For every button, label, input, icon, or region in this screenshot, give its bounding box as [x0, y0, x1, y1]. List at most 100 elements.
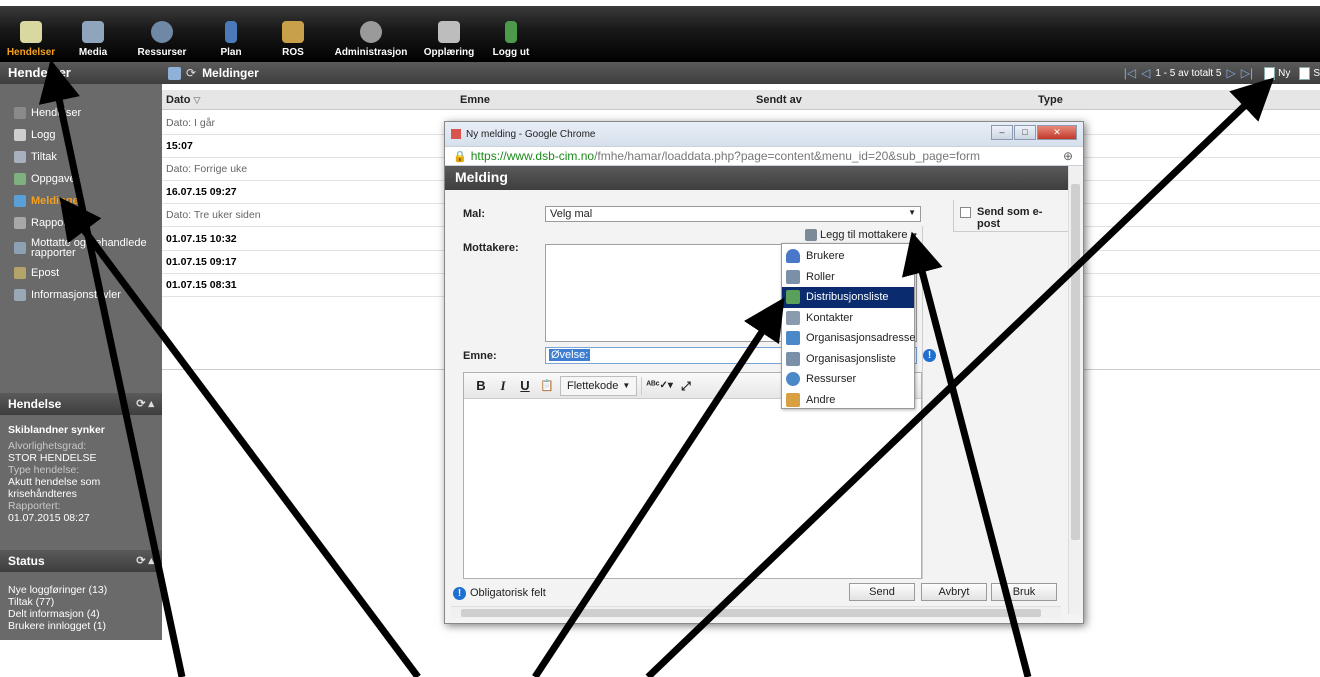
- user-icon: [786, 249, 800, 264]
- nav-item-tiltak[interactable]: Tiltak: [0, 146, 162, 168]
- nav-item-mottatte-rapporter[interactable]: Mottatte og behandlede rapporter: [0, 234, 162, 262]
- new-label: Ny: [1278, 67, 1291, 79]
- refresh-icon[interactable]: ⟳: [186, 66, 196, 80]
- top-tab-label: Plan: [220, 47, 242, 58]
- nav-item-epost[interactable]: Epost: [0, 262, 162, 284]
- status-list: Nye loggføringer (13) Tiltak (77) Delt i…: [0, 578, 162, 638]
- top-tab-label: Opplæring: [423, 47, 475, 58]
- menu-item-brukere[interactable]: Brukere: [782, 246, 914, 267]
- search-button[interactable]: S: [1299, 66, 1320, 80]
- org-list-icon: [786, 351, 800, 366]
- nav-item-informasjonstavler[interactable]: Informasjonstavler: [0, 284, 162, 306]
- top-toolbar: Hendelser Media Ressurser Plan ROS Admin…: [0, 6, 1320, 62]
- spellcheck-icon[interactable]: ᴬᴮᶜ✓▾: [646, 377, 673, 395]
- chevron-down-icon: ▼: [910, 230, 919, 240]
- underline-button[interactable]: U: [516, 377, 534, 395]
- type-value: Akutt hendelse som krisehåndteres: [8, 476, 101, 500]
- top-tab-administrasjon[interactable]: Administrasjon: [324, 6, 418, 62]
- paste-icon[interactable]: 📋: [538, 377, 556, 395]
- roles-icon: [786, 269, 800, 284]
- menu-item-distribusjonsliste[interactable]: Distribusjonsliste: [782, 287, 914, 308]
- italic-button[interactable]: I: [494, 377, 512, 395]
- recipients-label: Mottakere:: [463, 242, 519, 254]
- top-tab-ros[interactable]: ROS: [262, 6, 324, 62]
- search-icon: [1299, 66, 1311, 80]
- scrollbar-thumb[interactable]: [1071, 184, 1080, 540]
- info-board-icon: [14, 289, 26, 301]
- fullscreen-icon[interactable]: ⤢: [677, 377, 695, 395]
- type-label: Type hendelse:: [8, 464, 80, 476]
- menu-item-organisasjonsadresse[interactable]: Organisasjonsadresse: [782, 328, 915, 349]
- others-icon: [786, 392, 800, 407]
- menu-item-organisasjonsliste[interactable]: Organisasjonsliste: [782, 349, 914, 370]
- nav-item-meldinger[interactable]: Meldinger: [0, 190, 162, 212]
- maximize-icon[interactable]: □: [1014, 125, 1036, 140]
- top-tab-hendelser[interactable]: Hendelser: [0, 6, 62, 62]
- nav-item-hendelser[interactable]: Hendelser: [0, 102, 162, 124]
- mal-select[interactable]: Velg mal ▼: [545, 206, 921, 222]
- grid-column-headers: Dato ▽ Emne Sendt av Type: [162, 90, 1320, 110]
- menu-item-kontakter[interactable]: Kontakter: [782, 308, 914, 329]
- refresh-icon[interactable]: ⟳ ▴: [136, 397, 154, 411]
- first-page-icon[interactable]: |◁: [1124, 66, 1136, 80]
- nav-item-oppgaver[interactable]: Oppgaver: [0, 168, 162, 190]
- add-recipients-label: Legg til mottakere: [820, 229, 908, 241]
- status-line[interactable]: Nye loggføringer (13): [8, 584, 154, 596]
- top-tab-media[interactable]: Media: [62, 6, 124, 62]
- close-icon[interactable]: ✕: [1037, 125, 1077, 140]
- send-as-email-option[interactable]: Send som e-post: [953, 200, 1068, 232]
- horizontal-scrollbar[interactable]: [451, 606, 1061, 618]
- plan-book-icon: [225, 21, 237, 43]
- messages-icon: [14, 195, 26, 207]
- left-panel: Hendelser Hendelser Logg Tiltak Oppgaver…: [0, 62, 162, 640]
- prev-page-icon[interactable]: ◁: [1141, 66, 1150, 80]
- status-line[interactable]: Tiltak (77): [8, 596, 154, 608]
- merge-code-dropdown[interactable]: Flettekode ▼: [560, 375, 638, 396]
- bold-button[interactable]: B: [472, 377, 490, 395]
- nav-item-rapporter[interactable]: Rapporter: [0, 212, 162, 234]
- column-divider: [922, 226, 923, 579]
- minimize-icon[interactable]: –: [991, 125, 1013, 140]
- email-icon: [14, 267, 26, 279]
- subject-value: Øvelse:: [549, 349, 591, 361]
- sort-icon: ▽: [193, 94, 201, 105]
- add-recipients-button[interactable]: Legg til mottakere ▼: [805, 229, 918, 241]
- menu-item-roller[interactable]: Roller: [782, 267, 914, 288]
- column-header-type[interactable]: Type: [1038, 94, 1063, 106]
- window-titlebar: Ny melding - Google Chrome – □ ✕: [445, 122, 1083, 146]
- column-header-dato[interactable]: Dato ▽: [166, 94, 200, 106]
- column-header-emne[interactable]: Emne: [460, 94, 490, 106]
- nav-item-label: Hendelser: [31, 107, 82, 119]
- next-page-icon[interactable]: ▷: [1227, 66, 1236, 80]
- distribution-list-icon: [786, 290, 800, 305]
- status-line[interactable]: Brukere innlogget (1): [8, 620, 154, 632]
- send-button[interactable]: Send: [849, 583, 915, 601]
- zoom-icon[interactable]: ⊕: [1063, 149, 1073, 163]
- scrollbar-thumb[interactable]: [461, 609, 1041, 617]
- email-checkbox[interactable]: [960, 207, 971, 218]
- top-tab-opplaering[interactable]: Opplæring: [418, 6, 480, 62]
- hendelse-details: Skiblandner synker Alvorlighetsgrad: STO…: [0, 418, 162, 530]
- address-bar[interactable]: 🔒 https://www.dsb-cim.no /fmhe/hamar/loa…: [445, 146, 1083, 166]
- top-tab-logg-ut[interactable]: Logg ut: [480, 6, 542, 62]
- menu-item-andre[interactable]: Andre: [782, 390, 914, 411]
- nav-item-label: Epost: [31, 267, 60, 279]
- url-host: https://www.dsb-cim.no: [470, 149, 595, 163]
- severity-value: STOR HENDELSE: [8, 452, 97, 464]
- column-header-sendt-av[interactable]: Sendt av: [756, 94, 802, 106]
- status-line[interactable]: Delt informasjon (4): [8, 608, 154, 620]
- menu-item-ressurser[interactable]: Ressurser: [782, 369, 914, 390]
- left-panel-title: Hendelser: [0, 62, 162, 84]
- pager: |◁ ◁ 1 - 5 av totalt 5 ▷ ▷| Ny S: [1124, 66, 1320, 80]
- ros-grid-icon: [282, 21, 304, 43]
- new-button[interactable]: Ny: [1264, 66, 1291, 80]
- apply-button[interactable]: Bruk: [991, 583, 1057, 601]
- merge-code-label: Flettekode: [567, 379, 619, 392]
- top-tab-plan[interactable]: Plan: [200, 6, 262, 62]
- last-page-icon[interactable]: ▷|: [1241, 66, 1253, 80]
- vertical-scrollbar[interactable]: [1068, 166, 1081, 614]
- refresh-icon[interactable]: ⟳ ▴: [136, 554, 154, 568]
- cancel-button[interactable]: Avbryt: [921, 583, 987, 601]
- nav-item-logg[interactable]: Logg: [0, 124, 162, 146]
- top-tab-ressurser[interactable]: Ressurser: [124, 6, 200, 62]
